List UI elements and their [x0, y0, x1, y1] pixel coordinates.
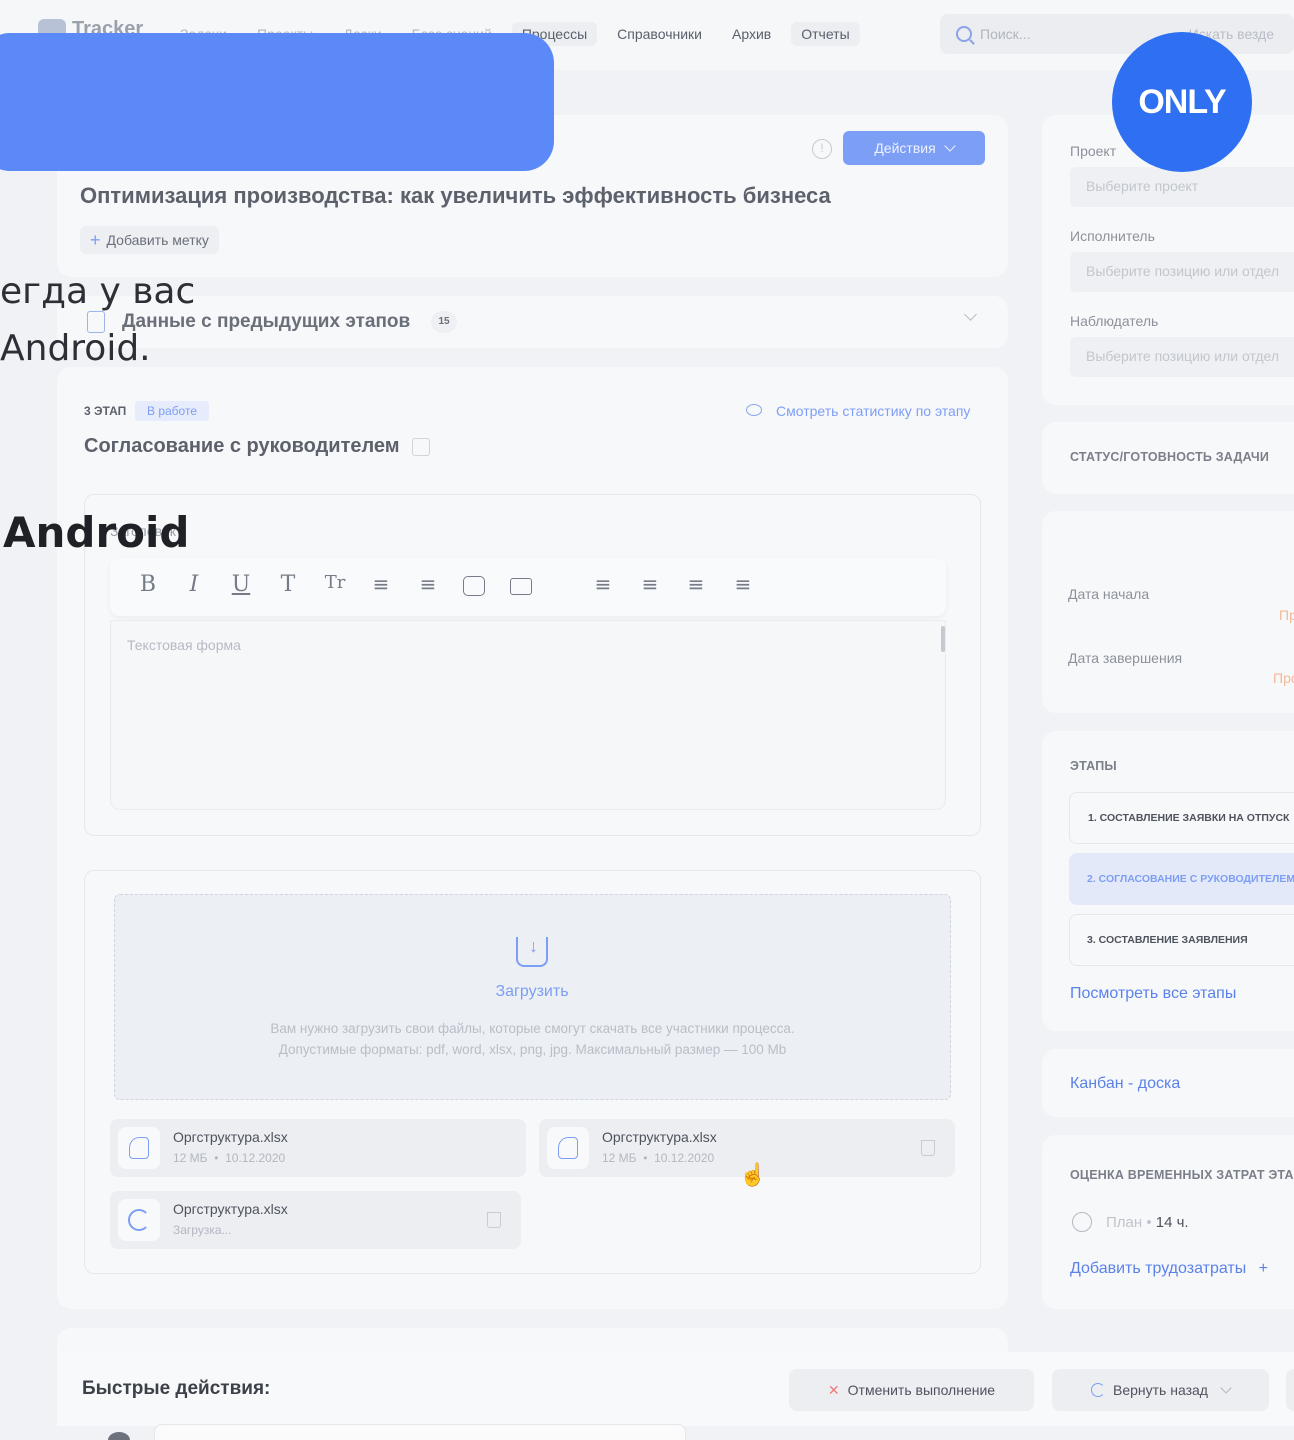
nav-link-reports[interactable]: Отчеты — [791, 22, 860, 46]
end-date-label: Дата завершения — [1068, 650, 1183, 666]
insert-video-button[interactable] — [507, 572, 535, 602]
stage-number: 3 ЭТАП — [84, 404, 127, 418]
nav-link-directories[interactable]: Справочники — [607, 22, 712, 46]
project-label: Проект — [1070, 143, 1117, 159]
align-left-button[interactable]: ≡ — [589, 572, 617, 602]
italic-button[interactable]: I — [180, 572, 208, 602]
avatar — [108, 1432, 130, 1440]
text-form[interactable]: Текстовая форма — [110, 620, 946, 810]
chevron-down-icon — [944, 140, 956, 152]
nav-link-archive[interactable]: Архив — [722, 22, 781, 46]
text-button[interactable]: T — [274, 572, 302, 602]
overlay-text-line-1: егда у вас — [0, 271, 196, 312]
download-arrow-icon: ↓ — [529, 936, 538, 956]
insert-image-button[interactable] — [460, 572, 488, 602]
numbered-list-button[interactable]: ≡ — [414, 572, 442, 602]
plan-row: План • 14 ч. — [1106, 1214, 1189, 1231]
file-meta: 12 МБ • 10.12.2020 — [173, 1151, 286, 1165]
chevron-down-icon[interactable] — [964, 308, 977, 321]
previous-stages-label: Данные с предыдущих этапов — [122, 311, 411, 332]
stage-item[interactable]: 3. СОСТАВЛЕНИЕ ЗАЯВЛЕНИЯ — [1069, 914, 1294, 966]
edit-icon[interactable] — [412, 438, 430, 456]
file-name: Оргструктура.xlsx — [173, 1201, 288, 1217]
trash-icon[interactable] — [487, 1212, 501, 1228]
start-date-label: Дата начала — [1068, 586, 1150, 602]
stage-title: Согласование с руководителем — [84, 435, 400, 457]
actions-button[interactable]: Действия — [843, 131, 985, 165]
end-date-value[interactable]: Про — [1273, 670, 1294, 686]
previous-stages-count: 15 — [431, 311, 457, 333]
cancel-button[interactable]: ✕ Отменить выполнение — [789, 1369, 1034, 1411]
stage-item-active[interactable]: 2. СОГЛАСОВАНИЕ С РУКОВОДИТЕЛЕМ — [1069, 853, 1294, 905]
revert-button[interactable]: Вернуть назад — [1052, 1369, 1269, 1411]
task-title: Оптимизация производства: как увеличить … — [80, 183, 831, 208]
add-tag-button[interactable]: + Добавить метку — [80, 226, 219, 254]
file-status: Загрузка... — [173, 1223, 232, 1237]
underline-button[interactable]: U — [227, 572, 255, 602]
only-badge: ONLY — [1112, 32, 1252, 172]
estimate-title: ОЦЕНКА ВРЕМЕННЫХ ЗАТРАТ ЭТАПА — [1070, 1168, 1294, 1182]
plus-icon: + — [90, 229, 101, 250]
project-select[interactable]: Выберите проект — [1070, 167, 1294, 207]
scrollbar[interactable] — [941, 626, 945, 652]
assignee-select[interactable]: Выберите позицию или отдел — [1070, 252, 1294, 292]
search-input[interactable]: Поиск... Искать везде — [940, 14, 1294, 54]
document-icon — [118, 1127, 160, 1169]
observer-select[interactable]: Выберите позицию или отдел — [1070, 337, 1294, 377]
chevron-down-icon — [1220, 1382, 1232, 1394]
status-title: СТАТУС/ГОТОВНОСТЬ ЗАДАЧИ — [1070, 450, 1270, 464]
trash-icon[interactable] — [921, 1140, 935, 1156]
timer-icon — [1072, 1212, 1092, 1232]
refresh-icon — [1091, 1383, 1105, 1397]
dates-card — [1042, 511, 1294, 713]
more-button[interactable] — [1286, 1369, 1294, 1411]
start-date-value[interactable]: Пр — [1279, 607, 1294, 623]
file-name: Оргструктура.xlsx — [602, 1129, 717, 1145]
stage-item[interactable]: 1. СОСТАВЛЕНИЕ ЗАЯВКИ НА ОТПУСК — [1069, 792, 1294, 844]
assignee-label: Исполнитель — [1070, 228, 1155, 244]
overlay-heading: Android — [3, 508, 190, 557]
status-badge: В работе — [135, 401, 210, 421]
stages-title: ЭТАПЫ — [1070, 759, 1117, 773]
eye-icon — [746, 404, 762, 416]
plus-icon: + — [1258, 1260, 1269, 1277]
align-center-button[interactable]: ≡ — [636, 572, 664, 602]
align-right-button[interactable]: ≡ — [682, 572, 710, 602]
info-icon[interactable]: ! — [812, 139, 832, 159]
file-name: Оргструктура.xlsx — [173, 1129, 288, 1145]
stage-stats-link[interactable]: Смотреть статистику по этапу — [776, 403, 970, 419]
loading-spinner-icon — [118, 1199, 160, 1241]
file-meta: 12 МБ • 10.12.2020 — [602, 1151, 715, 1165]
upload-help: Вам нужно загрузить свои файлы, которые … — [270, 1021, 795, 1057]
kanban-link[interactable]: Канбан - доска — [1070, 1075, 1180, 1093]
search-icon — [956, 26, 972, 42]
overlay-text-line-2: Android. — [0, 328, 151, 369]
bold-button[interactable]: B — [134, 572, 162, 602]
pointer-cursor-icon: ☝ — [739, 1162, 767, 1187]
text-size-button[interactable]: Tr — [321, 572, 349, 602]
upload-button[interactable]: Загрузить — [0, 983, 1064, 1001]
file-item[interactable] — [110, 1191, 521, 1249]
quick-actions-title: Быстрые действия: — [82, 1378, 271, 1399]
all-stages-link[interactable]: Посмотреть все этапы — [1070, 985, 1236, 1003]
align-justify-button[interactable]: ≡ — [729, 572, 757, 602]
file-item[interactable] — [110, 1119, 526, 1177]
bullet-list-button[interactable]: ≡ — [367, 572, 395, 602]
close-icon: ✕ — [827, 1381, 840, 1398]
add-time-link[interactable]: Добавить трудозатраты + — [1070, 1260, 1268, 1278]
document-icon — [547, 1127, 589, 1169]
observer-label: Наблюдатель — [1070, 313, 1159, 329]
promo-banner — [0, 33, 554, 171]
comment-input[interactable] — [154, 1424, 686, 1440]
